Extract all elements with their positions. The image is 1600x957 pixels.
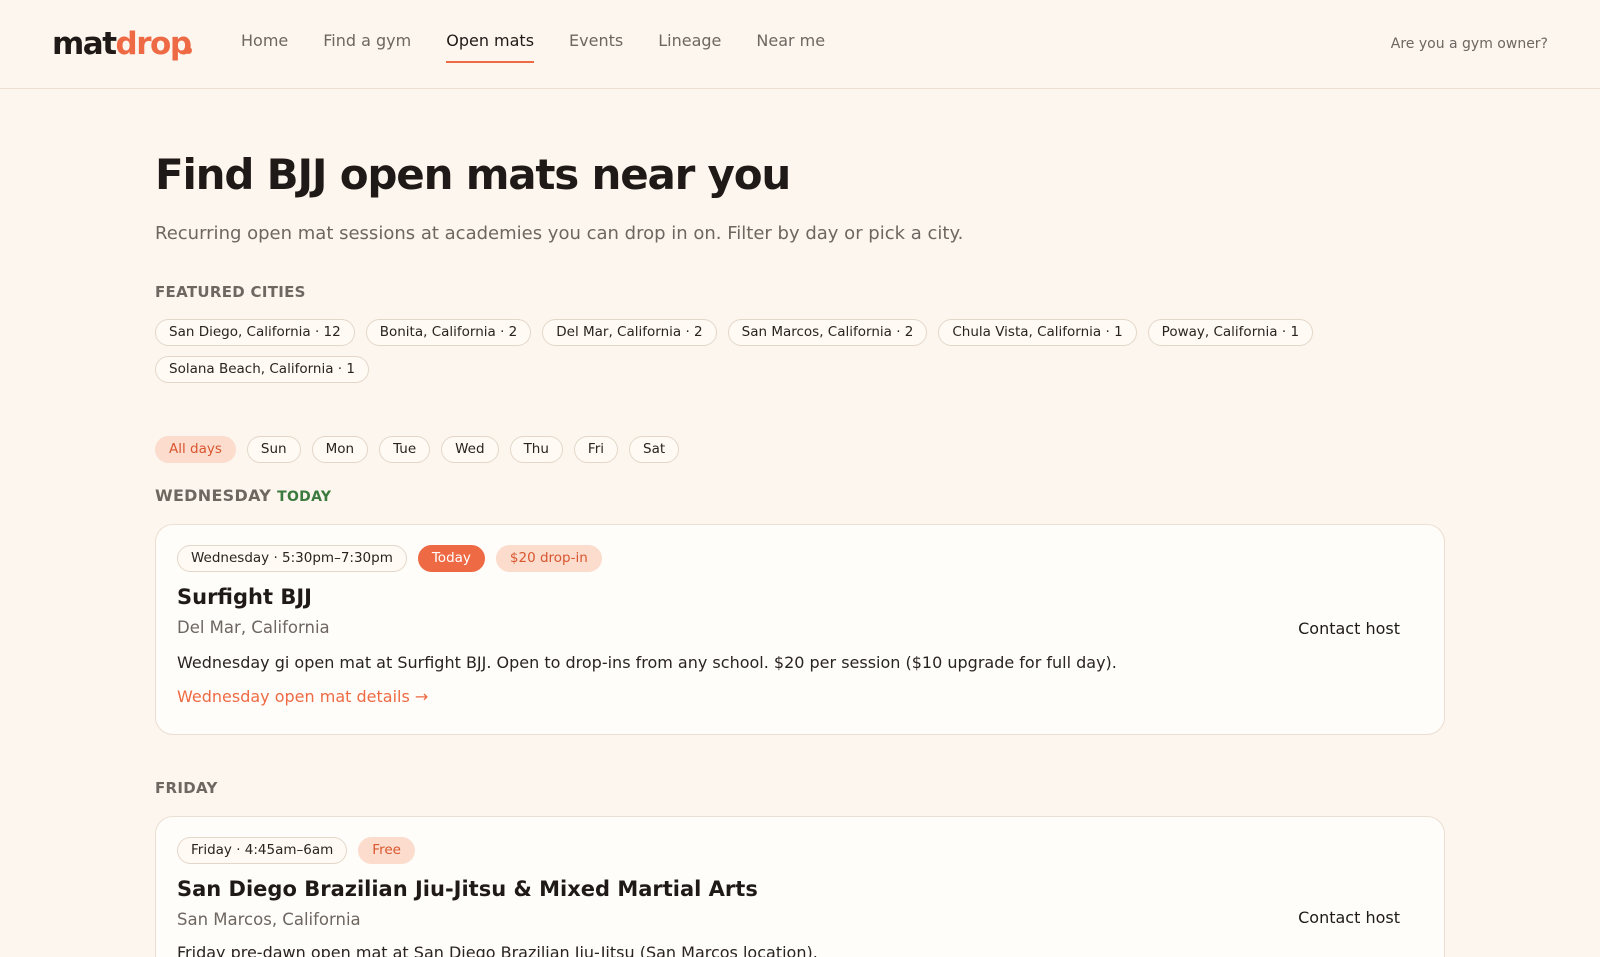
- nav-open-mats[interactable]: Open mats: [446, 29, 535, 63]
- gym-location: Del Mar, California: [177, 618, 330, 637]
- nav-events[interactable]: Events: [569, 29, 623, 63]
- top-navigation-bar: matdrop Home Find a gym Open mats Events…: [0, 0, 1600, 89]
- day-filter: All days Sun Mon Tue Wed Thu Fri Sat: [155, 436, 690, 463]
- gym-owner-link[interactable]: Are you a gym owner?: [1391, 34, 1548, 54]
- day-filter-sun[interactable]: Sun: [246, 436, 301, 463]
- day-filter-tue[interactable]: Tue: [379, 436, 431, 463]
- open-mat-description: Friday pre-dawn open mat at San Diego Br…: [177, 943, 818, 957]
- gym-name[interactable]: San Diego Brazilian Jiu-Jitsu & Mixed Ma…: [177, 875, 758, 903]
- day-filter-fri[interactable]: Fri: [573, 436, 619, 463]
- open-mat-description: Wednesday gi open mat at Surfight BJJ. O…: [177, 653, 1117, 672]
- open-mat-card: Friday · 4:45am–6am Free San Diego Brazi…: [155, 816, 1445, 957]
- gym-name[interactable]: Surfight BJJ: [177, 583, 312, 611]
- city-chip-del-mar[interactable]: Del Mar, California · 2: [542, 319, 717, 346]
- day-heading-friday: FRIDAY: [155, 779, 218, 797]
- card-tags: Wednesday · 5:30pm–7:30pm Today $20 drop…: [177, 545, 613, 572]
- contact-host-button[interactable]: Contact host: [1298, 906, 1400, 930]
- logo-text-mat: mat: [52, 26, 117, 62]
- open-mat-card: Wednesday · 5:30pm–7:30pm Today $20 drop…: [155, 524, 1445, 735]
- featured-cities-label: FEATURED CITIES: [155, 283, 306, 301]
- nav-lineage[interactable]: Lineage: [658, 29, 721, 63]
- city-chip-chula-vista[interactable]: Chula Vista, California · 1: [938, 319, 1137, 346]
- main-nav: Home Find a gym Open mats Events Lineage…: [241, 29, 860, 63]
- card-tags: Friday · 4:45am–6am Free: [177, 837, 426, 864]
- matdrop-logo[interactable]: matdrop: [52, 22, 192, 66]
- day-filter-wed[interactable]: Wed: [441, 436, 499, 463]
- schedule-badge: Friday · 4:45am–6am: [177, 837, 348, 864]
- today-label: TODAY: [277, 489, 332, 505]
- city-chip-san-diego[interactable]: San Diego, California · 12: [155, 319, 355, 346]
- day-filter-sat[interactable]: Sat: [629, 436, 680, 463]
- open-mat-details-link[interactable]: Wednesday open mat details →: [177, 685, 428, 709]
- nav-home[interactable]: Home: [241, 29, 288, 63]
- page-title: Find BJJ open mats near you: [155, 150, 791, 199]
- city-chip-san-marcos[interactable]: San Marcos, California · 2: [727, 319, 928, 346]
- featured-cities-list: San Diego, California · 12 Bonita, Calif…: [155, 319, 1385, 383]
- price-badge: $20 drop-in: [495, 545, 602, 572]
- nav-find-a-gym[interactable]: Find a gym: [323, 29, 411, 63]
- contact-host-button[interactable]: Contact host: [1298, 617, 1400, 641]
- nav-near-me[interactable]: Near me: [756, 29, 825, 63]
- day-filter-thu[interactable]: Thu: [509, 436, 563, 463]
- page-subtitle: Recurring open mat sessions at academies…: [155, 223, 964, 244]
- schedule-badge: Wednesday · 5:30pm–7:30pm: [177, 545, 407, 572]
- city-chip-solana-beach[interactable]: Solana Beach, California · 1: [155, 356, 369, 383]
- day-filter-mon[interactable]: Mon: [311, 436, 369, 463]
- day-heading-text: WEDNESDAY: [155, 486, 272, 505]
- day-filter-all-days[interactable]: All days: [155, 436, 236, 463]
- price-badge: Free: [358, 837, 415, 864]
- gym-location: San Marcos, California: [177, 910, 361, 929]
- today-badge: Today: [417, 545, 485, 572]
- logo-dot-icon: [185, 47, 192, 54]
- logo-text-drop: drop: [115, 26, 192, 62]
- city-chip-bonita[interactable]: Bonita, California · 2: [365, 319, 532, 346]
- day-heading-wednesday: WEDNESDAY TODAY: [155, 486, 331, 507]
- city-chip-poway[interactable]: Poway, California · 1: [1147, 319, 1314, 346]
